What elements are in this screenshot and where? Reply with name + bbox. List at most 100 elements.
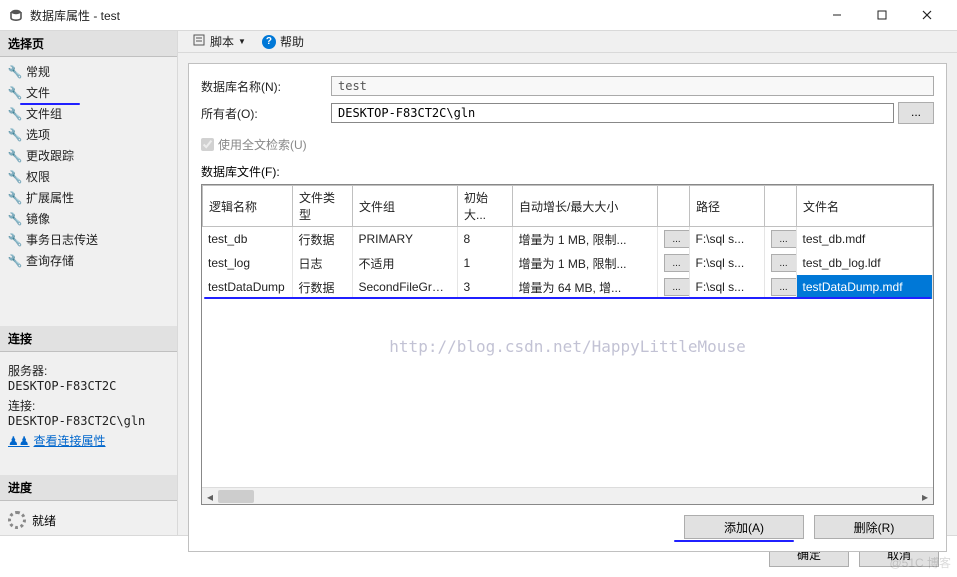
wrench-icon: 🔧 (8, 107, 22, 121)
table-row[interactable]: test_db 行数据 PRIMARY 8 增量为 1 MB, 限制... ..… (202, 227, 933, 251)
view-connection-properties-link[interactable]: ♟♟查看连接属性 (8, 432, 169, 449)
cell-growth[interactable]: 增量为 1 MB, 限制... (512, 251, 657, 275)
files-grid[interactable]: 逻辑名称 文件类型 文件组 初始大... 自动增长/最大大小 路径 文件名 (201, 184, 934, 505)
cell-name[interactable]: test_db (202, 227, 292, 251)
fulltext-checkbox (201, 138, 214, 151)
cell-path[interactable]: F:\sql s... (689, 227, 764, 251)
owner-browse-button[interactable]: ... (898, 102, 934, 124)
col-initial-size[interactable]: 初始大... (458, 186, 513, 227)
add-button[interactable]: 添加(A) (684, 515, 804, 539)
nav-label: 扩展属性 (26, 189, 74, 206)
horizontal-scrollbar[interactable]: ◂ ▸ (202, 487, 933, 504)
dropdown-icon: ▼ (238, 37, 246, 46)
growth-edit-button[interactable]: ... (664, 230, 690, 248)
col-logical-name[interactable]: 逻辑名称 (203, 186, 293, 227)
path-edit-button[interactable]: ... (771, 254, 797, 272)
nav-log-shipping[interactable]: 🔧 事务日志传送 (0, 229, 177, 250)
nav-label: 常规 (26, 63, 50, 80)
cell-type[interactable]: 行数据 (292, 275, 352, 299)
nav-files[interactable]: 🔧文件 (0, 82, 177, 103)
col-path[interactable]: 路径 (690, 186, 765, 227)
path-edit-button[interactable]: ... (771, 278, 797, 296)
minimize-button[interactable] (814, 0, 859, 30)
col-autogrowth[interactable]: 自动增长/最大大小 (513, 186, 658, 227)
nav-mirroring[interactable]: 🔧镜像 (0, 208, 177, 229)
nav-filegroups[interactable]: 🔧 文件组 (0, 103, 177, 124)
db-name-label: 数据库名称(N): (201, 78, 331, 95)
files-panel: 数据库名称(N): 所有者(O): ... 使用全文检索(U) 数据库文件(F)… (188, 63, 947, 552)
scroll-right-icon[interactable]: ▸ (917, 488, 933, 505)
table-row[interactable]: test_log 日志 不适用 1 增量为 1 MB, 限制... ... F:… (202, 251, 933, 275)
progress-header: 进度 (0, 475, 177, 501)
cell-growth[interactable]: 增量为 64 MB, 增... (512, 275, 657, 299)
help-label: 帮助 (280, 33, 304, 50)
nav-label: 选项 (26, 126, 50, 143)
wrench-icon: 🔧 (8, 149, 22, 163)
cell-file[interactable]: testDataDump.mdf (796, 275, 933, 299)
remove-button[interactable]: 删除(R) (814, 515, 934, 539)
nav-permissions[interactable]: 🔧权限 (0, 166, 177, 187)
cell-name[interactable]: test_log (202, 251, 292, 275)
maximize-button[interactable] (859, 0, 904, 30)
growth-edit-button[interactable]: ... (664, 254, 690, 272)
nav-label: 事务日志传送 (26, 231, 98, 248)
nav-extended-props[interactable]: 🔧 扩展属性 (0, 187, 177, 208)
titlebar: 数据库属性 - test (0, 0, 957, 30)
wrench-icon: 🔧 (8, 86, 22, 100)
cell-size[interactable]: 1 (457, 251, 512, 275)
files-grid-label: 数据库文件(F): (201, 163, 934, 180)
conn-value: DESKTOP-F83CT2C\gln (8, 414, 169, 428)
connection-icon: ♟♟ (8, 434, 30, 448)
cell-group[interactable]: SecondFileGroup (352, 275, 457, 299)
wrench-icon: 🔧 (8, 65, 22, 79)
nav-label: 文件组 (26, 105, 62, 122)
scroll-left-icon[interactable]: ◂ (202, 488, 218, 505)
path-edit-button[interactable]: ... (771, 230, 797, 248)
nav-label: 更改跟踪 (26, 147, 74, 164)
watermark-text: http://blog.csdn.net/HappyLittleMouse (389, 337, 745, 356)
script-icon (192, 33, 206, 50)
col-filename[interactable]: 文件名 (797, 186, 933, 227)
nav-general[interactable]: 🔧 常规 (0, 61, 177, 82)
script-button[interactable]: 脚本 ▼ (188, 31, 250, 52)
server-value: DESKTOP-F83CT2C (8, 379, 169, 393)
cell-file[interactable]: test_db.mdf (796, 227, 933, 251)
col-file-type[interactable]: 文件类型 (293, 186, 353, 227)
script-label: 脚本 (210, 33, 234, 50)
wrench-icon: 🔧 (8, 128, 22, 142)
wrench-icon: 🔧 (8, 233, 22, 247)
close-button[interactable] (904, 0, 949, 30)
col-filegroup[interactable]: 文件组 (353, 186, 458, 227)
nav-options[interactable]: 🔧 选项 (0, 124, 177, 145)
cell-path[interactable]: F:\sql s... (689, 275, 764, 299)
cell-path[interactable]: F:\sql s... (689, 251, 764, 275)
owner-input[interactable] (331, 103, 894, 123)
wrench-icon: 🔧 (8, 191, 22, 205)
growth-edit-button[interactable]: ... (664, 278, 690, 296)
server-label: 服务器: (8, 362, 169, 379)
cell-type[interactable]: 行数据 (292, 227, 352, 251)
cell-size[interactable]: 8 (457, 227, 512, 251)
cell-file[interactable]: test_db_log.ldf (796, 251, 933, 275)
table-row[interactable]: testDataDump 行数据 SecondFileGroup 3 增量为 6… (202, 275, 933, 299)
grid-header-row: 逻辑名称 文件类型 文件组 初始大... 自动增长/最大大小 路径 文件名 (203, 186, 933, 227)
wrench-icon: 🔧 (8, 254, 22, 268)
cell-group[interactable]: PRIMARY (352, 227, 457, 251)
help-button[interactable]: ? 帮助 (258, 31, 308, 52)
cell-size[interactable]: 3 (457, 275, 512, 299)
cell-growth[interactable]: 增量为 1 MB, 限制... (512, 227, 657, 251)
select-page-header: 选择页 (0, 31, 177, 57)
nav-label: 镜像 (26, 210, 50, 227)
nav-query-store[interactable]: 🔧查询存储 (0, 250, 177, 271)
cell-name[interactable]: testDataDump (202, 275, 292, 299)
cell-group[interactable]: 不适用 (352, 251, 457, 275)
progress-section: 就绪 (0, 501, 177, 535)
owner-label: 所有者(O): (201, 105, 331, 122)
cell-type[interactable]: 日志 (292, 251, 352, 275)
status-text: 就绪 (32, 512, 56, 529)
page-nav-list: 🔧常规 🔧文件 🔧文件组 🔧选项 🔧更改跟踪 🔧权限 🔧扩展属性 🔧镜像 🔧事务… (0, 57, 177, 275)
scroll-thumb[interactable] (218, 490, 254, 503)
wrench-icon: 🔧 (8, 170, 22, 184)
nav-change-tracking[interactable]: 🔧 更改跟踪 (0, 145, 177, 166)
window-title: 数据库属性 - test (30, 7, 814, 24)
